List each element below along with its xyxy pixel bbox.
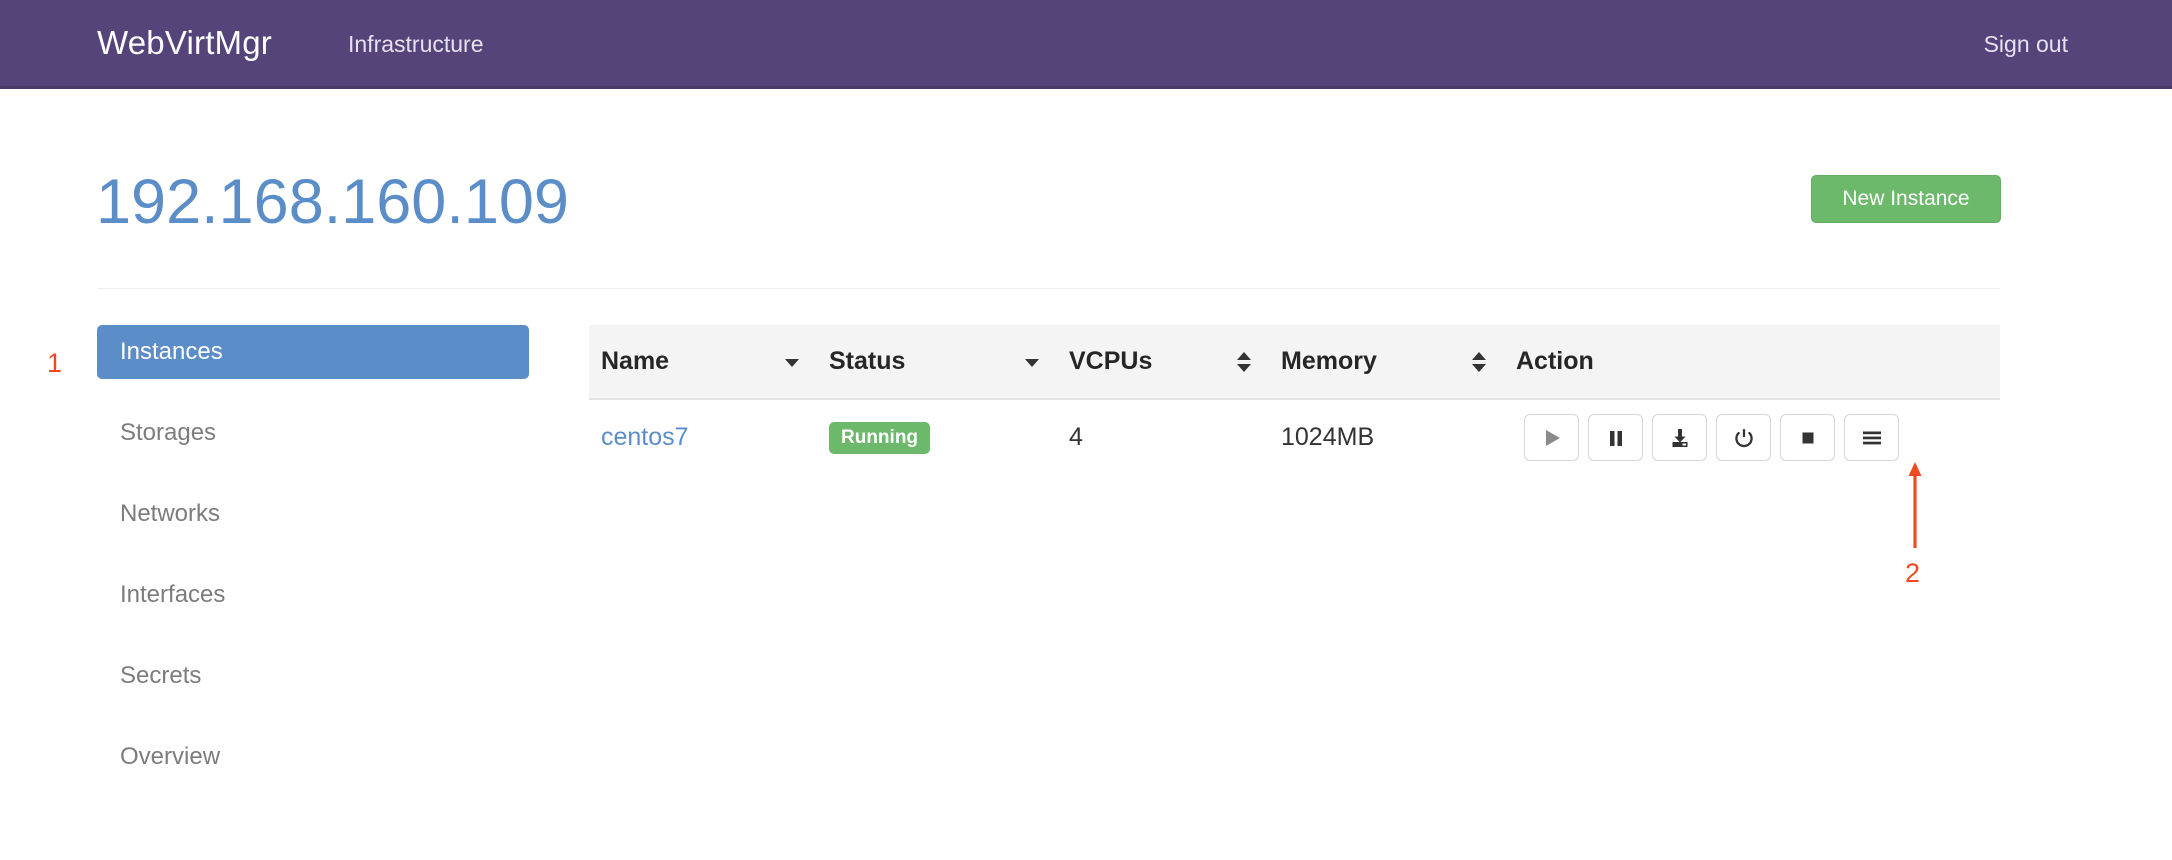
header-divider [97,288,2000,289]
column-header-action: Action [1504,325,2000,399]
status-badge: Running [829,422,930,454]
hamburger-icon [1860,427,1884,449]
sort-arrows-memory-icon[interactable] [1472,352,1486,372]
sidebar-item-label: Overview [120,743,220,770]
table-row: centos7 Running 4 1024MB [589,399,2000,475]
cell-status: Running [817,399,1057,475]
power-icon [1733,427,1755,449]
instance-menu-button[interactable] [1844,414,1899,461]
sidebar-item-storages[interactable]: Storages [97,406,529,460]
pause-instance-button[interactable] [1588,414,1643,461]
annotation-marker-1: 1 [47,350,62,377]
brand-logo[interactable]: WebVirtMgr [97,14,272,72]
column-header-name[interactable]: Name [589,325,817,399]
sidebar-item-label: Instances [120,338,223,365]
sidebar-item-networks[interactable]: Networks [97,487,529,541]
new-instance-button[interactable]: New Instance [1811,175,2001,223]
stop-instance-button[interactable] [1780,414,1835,461]
instance-link-centos7[interactable]: centos7 [601,423,689,451]
sidebar-item-label: Storages [120,419,216,446]
sidebar-item-label: Networks [120,500,220,527]
cell-memory: 1024MB [1269,399,1504,475]
column-header-label: Name [601,347,669,375]
column-header-label: Status [829,347,905,375]
column-header-memory[interactable]: Memory [1269,325,1504,399]
sidebar-item-label: Interfaces [120,581,225,608]
column-header-label: Action [1516,347,1594,375]
column-header-label: VCPUs [1069,347,1152,375]
table-body: centos7 Running 4 1024MB [589,399,2000,475]
nav-link-infrastructure[interactable]: Infrastructure [348,18,484,70]
sidebar-item-secrets[interactable]: Secrets [97,649,529,703]
start-instance-button[interactable] [1524,414,1579,461]
column-header-label: Memory [1281,347,1377,375]
power-instance-button[interactable] [1716,414,1771,461]
sidebar-item-label: Secrets [120,662,201,689]
pause-icon [1605,427,1627,449]
instances-table: Name Status VCPUs [589,325,2000,475]
snapshot-instance-button[interactable] [1652,414,1707,461]
cell-vcpus: 4 [1057,399,1269,475]
sidebar-item-interfaces[interactable]: Interfaces [97,568,529,622]
top-navbar: WebVirtMgr Infrastructure Sign out [0,0,2172,89]
stop-icon [1797,427,1819,449]
annotation-marker-2: 2 [1905,560,1920,587]
cell-name: centos7 [589,399,817,475]
sort-caret-status-icon[interactable] [1025,352,1039,372]
nav-link-signout[interactable]: Sign out [1984,18,2068,70]
annotation-arrow-icon [1895,460,1935,550]
instance-action-button-group [1524,414,2000,461]
page-title: 192.168.160.109 [96,166,569,238]
sidebar-item-instances[interactable]: Instances [97,325,529,379]
column-header-status[interactable]: Status [817,325,1057,399]
sidebar-item-overview[interactable]: Overview [97,730,529,784]
sort-caret-name-icon[interactable] [785,352,799,372]
snapshot-icon [1669,427,1691,449]
column-header-vcpus[interactable]: VCPUs [1057,325,1269,399]
play-icon [1541,427,1563,449]
sort-arrows-vcpus-icon[interactable] [1237,352,1251,372]
table-header-row: Name Status VCPUs [589,325,2000,399]
instances-table-container: Name Status VCPUs [589,325,2000,475]
sidebar-nav: Instances Storages Networks Interfaces S… [97,325,529,811]
table-header: Name Status VCPUs [589,325,2000,399]
